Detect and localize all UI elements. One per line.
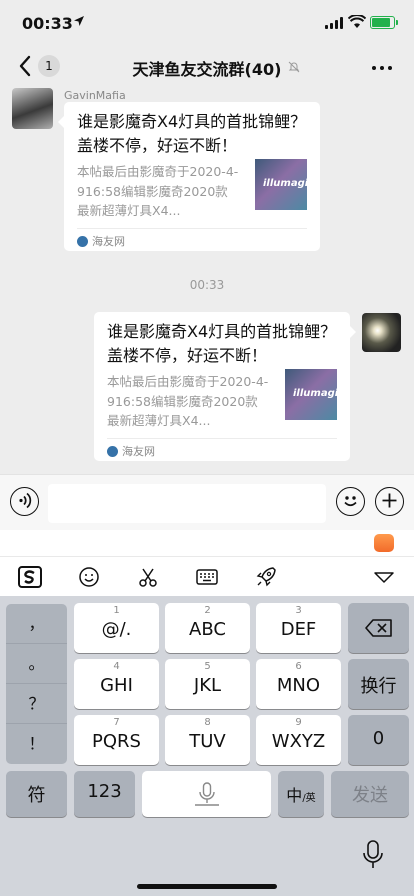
avatar[interactable] xyxy=(12,88,53,129)
card-title: 谁是影魔奇X4灯具的首批锦鲤？盖楼不停，好运不断！ xyxy=(107,322,337,365)
unread-count-badge[interactable]: 1 xyxy=(38,55,60,77)
key-5[interactable]: 5 JKL xyxy=(165,659,250,709)
punct-key[interactable]: ？ xyxy=(6,684,67,724)
add-more-icon[interactable] xyxy=(375,487,404,516)
avatar[interactable] xyxy=(362,313,401,352)
key-1[interactable]: 1 @/. xyxy=(74,603,159,653)
voice-input-icon[interactable] xyxy=(10,487,39,516)
key-8[interactable]: 8 TUV xyxy=(165,715,250,765)
rocket-icon[interactable] xyxy=(253,564,279,590)
cellular-signal-icon xyxy=(325,17,343,29)
divider xyxy=(107,438,337,439)
link-card[interactable]: 谁是影魔奇X4灯具的首批锦鲤？盖楼不停，好运不断！ 本帖最后由影魔奇于2020-… xyxy=(94,312,356,461)
battery-charging-icon xyxy=(370,16,398,29)
nav-bar: 1 天津鱼友交流群(40) xyxy=(0,46,414,88)
source-logo-icon xyxy=(77,236,88,247)
punct-key[interactable]: ， xyxy=(6,604,67,644)
key-2[interactable]: 2 ABC xyxy=(165,603,250,653)
card-thumbnail: illumagi xyxy=(255,159,307,210)
send-key[interactable]: 发送 xyxy=(331,771,409,817)
newline-key[interactable]: 换行 xyxy=(348,659,409,709)
punctuation-list[interactable]: ， 。 ？ ！ xyxy=(6,604,67,764)
microphone-icon xyxy=(195,782,219,806)
key-7[interactable]: 7 PQRS xyxy=(74,715,159,765)
punct-key[interactable]: 。 xyxy=(6,644,67,684)
key-9[interactable]: 9 WXYZ xyxy=(256,715,341,765)
sogou-mascot-icon[interactable] xyxy=(374,534,394,552)
sogou-logo-icon[interactable] xyxy=(17,564,43,590)
ime-toolbar xyxy=(0,556,414,596)
zero-key[interactable]: 0 xyxy=(348,715,409,765)
card-description: 本帖最后由影魔奇于2020-4-916:58编辑影魔奇2020款最新超薄灯具X4… xyxy=(77,164,239,218)
emoji-face-icon[interactable] xyxy=(76,564,102,590)
dictation-mic-icon[interactable] xyxy=(359,837,387,871)
keyboard-icon[interactable] xyxy=(194,564,220,590)
key-3[interactable]: 3 DEF xyxy=(256,603,341,653)
status-bar: 00:33 xyxy=(0,0,414,46)
message-timestamp: 00:33 xyxy=(189,278,225,292)
link-card[interactable]: 谁是影魔奇X4灯具的首批锦鲤？盖楼不停，好运不断！ 本帖最后由影魔奇于2020-… xyxy=(58,102,320,251)
card-title: 谁是影魔奇X4灯具的首批锦鲤？盖楼不停，好运不断！ xyxy=(77,112,307,155)
back-chevron-icon[interactable] xyxy=(18,54,34,78)
wifi-icon xyxy=(348,15,366,28)
divider xyxy=(77,228,307,229)
keyboard: ， 。 ？ ！ 1 @/. 2 ABC 3 DEF 4 GHI 5 JKL 6 MNO 换行… xyxy=(0,596,414,896)
scissors-icon[interactable] xyxy=(135,564,161,590)
key-4[interactable]: 4 GHI xyxy=(74,659,159,709)
backspace-icon xyxy=(365,619,392,637)
key-6[interactable]: 6 MNO xyxy=(256,659,341,709)
language-switch-key[interactable]: 中/英 xyxy=(278,771,324,817)
card-thumbnail: illumagi xyxy=(285,369,337,420)
location-arrow-icon xyxy=(74,16,84,26)
home-indicator[interactable] xyxy=(137,884,277,889)
numbers-key[interactable]: 123 xyxy=(74,771,135,817)
card-source: 海友网 xyxy=(77,233,125,249)
mute-bell-icon xyxy=(288,61,300,73)
status-time: 00:33 xyxy=(22,14,73,33)
emoji-icon[interactable] xyxy=(336,487,365,516)
punct-key[interactable]: ！ xyxy=(6,724,67,764)
chat-title: 天津鱼友交流群(40) xyxy=(132,60,282,79)
delete-key[interactable] xyxy=(348,603,409,653)
ime-suggestion-strip xyxy=(0,530,414,556)
card-source: 海友网 xyxy=(107,443,155,459)
message-input-bar xyxy=(0,474,414,530)
more-options-icon[interactable] xyxy=(372,66,392,70)
message-input[interactable] xyxy=(48,484,326,523)
symbols-key[interactable]: 符 xyxy=(6,771,67,817)
card-description: 本帖最后由影魔奇于2020-4-916:58编辑影魔奇2020款最新超薄灯具X4… xyxy=(107,374,269,428)
source-logo-icon xyxy=(107,446,118,457)
space-voice-key[interactable] xyxy=(142,771,271,817)
sender-name: GavinMafia xyxy=(64,89,126,102)
chat-area: GavinMafia 谁是影魔奇X4灯具的首批锦鲤？盖楼不停，好运不断！ 本帖最… xyxy=(0,88,414,474)
collapse-keyboard-icon[interactable] xyxy=(371,564,397,590)
